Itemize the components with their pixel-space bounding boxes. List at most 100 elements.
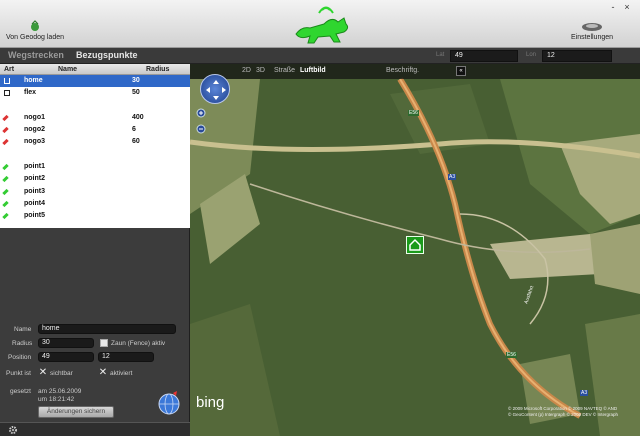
row-radius: 50: [132, 89, 140, 97]
row-name: point3: [24, 187, 45, 195]
row-name: flex: [24, 89, 37, 97]
position-label: Position: [8, 354, 32, 361]
fence-checkbox[interactable]: [100, 339, 108, 347]
labels-toggle[interactable]: Beschriftg.: [386, 67, 419, 74]
row-radius: 30: [132, 77, 140, 84]
home-icon: [4, 78, 10, 84]
mode-road[interactable]: Straße: [274, 67, 295, 74]
table-header: Art Name Radius: [0, 64, 190, 75]
mode-3d[interactable]: 3D: [256, 67, 265, 74]
bing-logo: bing: [196, 394, 225, 411]
geodog-logo: [295, 6, 349, 44]
row-radius: 400: [132, 113, 144, 121]
road-label-a3-south: A3: [580, 390, 589, 396]
green-pin-icon: [2, 213, 9, 220]
zoom-in-icon[interactable]: [196, 108, 206, 118]
collapse-toolbar-button[interactable]: «: [456, 66, 466, 76]
set-time: um 18:21:42: [38, 396, 75, 403]
position-lon-input[interactable]: 12: [98, 352, 154, 362]
load-from-geodog-button[interactable]: Von Geodog laden: [4, 20, 66, 46]
table-body: home 30 flex 50 nogo1 400 nogo2 6 nogo3 60 point1 p…: [0, 75, 190, 223]
tab-wegstrecken[interactable]: Wegstrecken: [8, 50, 64, 60]
green-pin-icon: [2, 163, 9, 171]
map-pan-control[interactable]: [200, 74, 230, 104]
top-bar: Von Geodog laden Einstellungen - ×: [0, 0, 640, 48]
red-pin-icon: [2, 139, 9, 146]
lon-label: Lon: [526, 52, 537, 58]
activated-toggle-icon[interactable]: ✕: [98, 368, 108, 378]
green-pin-icon: [2, 188, 9, 195]
copyright-line-2: © GeoContent (p) Intergraph © 2009 DEV ©…: [508, 412, 619, 417]
settings-label: Einstellungen: [570, 34, 614, 41]
row-name: point5: [24, 212, 45, 220]
lat-input[interactable]: 49: [450, 50, 518, 62]
red-pin-icon: [2, 114, 9, 122]
home-icon: [409, 238, 421, 251]
table-row[interactable]: nogo3 60: [0, 136, 190, 148]
table-row[interactable]: nogo1 400: [0, 112, 190, 124]
left-panel: Art Name Radius home 30 flex 50 nogo1 400 nogo…: [0, 64, 190, 436]
save-changes-button[interactable]: Änderungen sichern: [38, 406, 114, 418]
red-pin-icon: [2, 127, 9, 134]
name-input[interactable]: home: [38, 324, 176, 334]
fence-label: Zaun (Fence) aktiv: [111, 340, 166, 347]
table-row[interactable]: home 30: [0, 75, 190, 88]
row-name: nogo3: [24, 138, 45, 146]
bottom-bar: [0, 422, 190, 436]
fence-icon: [4, 90, 10, 97]
position-lat-input[interactable]: 49: [38, 352, 94, 362]
table-row[interactable]: [0, 100, 190, 112]
tab-bezugspunkte[interactable]: Bezugspunkte: [76, 50, 138, 60]
table-row[interactable]: point4: [0, 198, 190, 210]
map-copyright: © 2009 Microsoft Corporation © 2009 NAVT…: [508, 406, 638, 418]
row-name: nogo1: [24, 113, 45, 121]
table-row[interactable]: point5: [0, 210, 190, 222]
col-name[interactable]: Name: [58, 66, 77, 73]
row-name: nogo2: [24, 126, 45, 134]
lon-input[interactable]: 12: [542, 50, 612, 62]
punkt-ist-label: Punkt ist: [6, 370, 31, 377]
reference-points-table: Art Name Radius home 30 flex 50 nogo1 400 nogo…: [0, 64, 190, 228]
visible-toggle-icon[interactable]: ✕: [38, 368, 48, 378]
map-toolbar: 2D 3D Straße Luftbild Beschriftg. «: [190, 64, 640, 79]
road-label-e56-north: E56: [408, 110, 419, 116]
table-row[interactable]: point2: [0, 173, 190, 185]
mode-aerial[interactable]: Luftbild: [300, 67, 326, 74]
row-name: point2: [24, 175, 45, 183]
activated-label: aktiviert: [110, 370, 133, 377]
table-row[interactable]: point3: [0, 186, 190, 198]
pan-arrows-icon: [206, 80, 226, 100]
geodog-load-icon: [31, 20, 39, 31]
mode-2d[interactable]: 2D: [242, 67, 251, 74]
table-row[interactable]: flex 50: [0, 87, 190, 99]
green-pin-icon: [2, 176, 9, 183]
row-name: point4: [24, 199, 45, 207]
set-label: gesetzt: [10, 388, 31, 395]
road-label-e56-south: E56: [506, 352, 517, 358]
table-row[interactable]: [0, 149, 190, 161]
minimize-button[interactable]: -: [608, 2, 618, 12]
settings-icon: [582, 23, 602, 31]
lat-label: Lat: [436, 52, 445, 58]
map-view[interactable]: 2D 3D Straße Luftbild Beschriftg. « E56 …: [190, 64, 640, 436]
green-pin-icon: [2, 200, 9, 208]
tab-bar: Wegstrecken Bezugspunkte Lat 49 Lon 12: [0, 48, 640, 64]
col-art[interactable]: Art: [4, 66, 14, 73]
close-button[interactable]: ×: [622, 2, 632, 12]
zoom-out-icon[interactable]: [196, 124, 206, 134]
table-row[interactable]: point1: [0, 161, 190, 173]
table-row[interactable]: nogo2 6: [0, 124, 190, 136]
gear-icon[interactable]: [8, 425, 18, 435]
load-from-geodog-label: Von Geodog laden: [6, 34, 64, 41]
radius-input[interactable]: 30: [38, 338, 94, 348]
row-name: home: [24, 77, 43, 84]
home-marker[interactable]: [406, 236, 424, 254]
road-label-a3-north: A3: [448, 174, 457, 180]
settings-button[interactable]: Einstellungen: [560, 22, 624, 46]
row-radius: 60: [132, 138, 140, 146]
col-radius[interactable]: Radius: [146, 66, 169, 73]
radius-label: Radius: [12, 340, 33, 347]
visible-label: sichtbar: [50, 370, 73, 377]
row-name: point1: [24, 163, 45, 171]
name-label: Name: [14, 326, 32, 333]
